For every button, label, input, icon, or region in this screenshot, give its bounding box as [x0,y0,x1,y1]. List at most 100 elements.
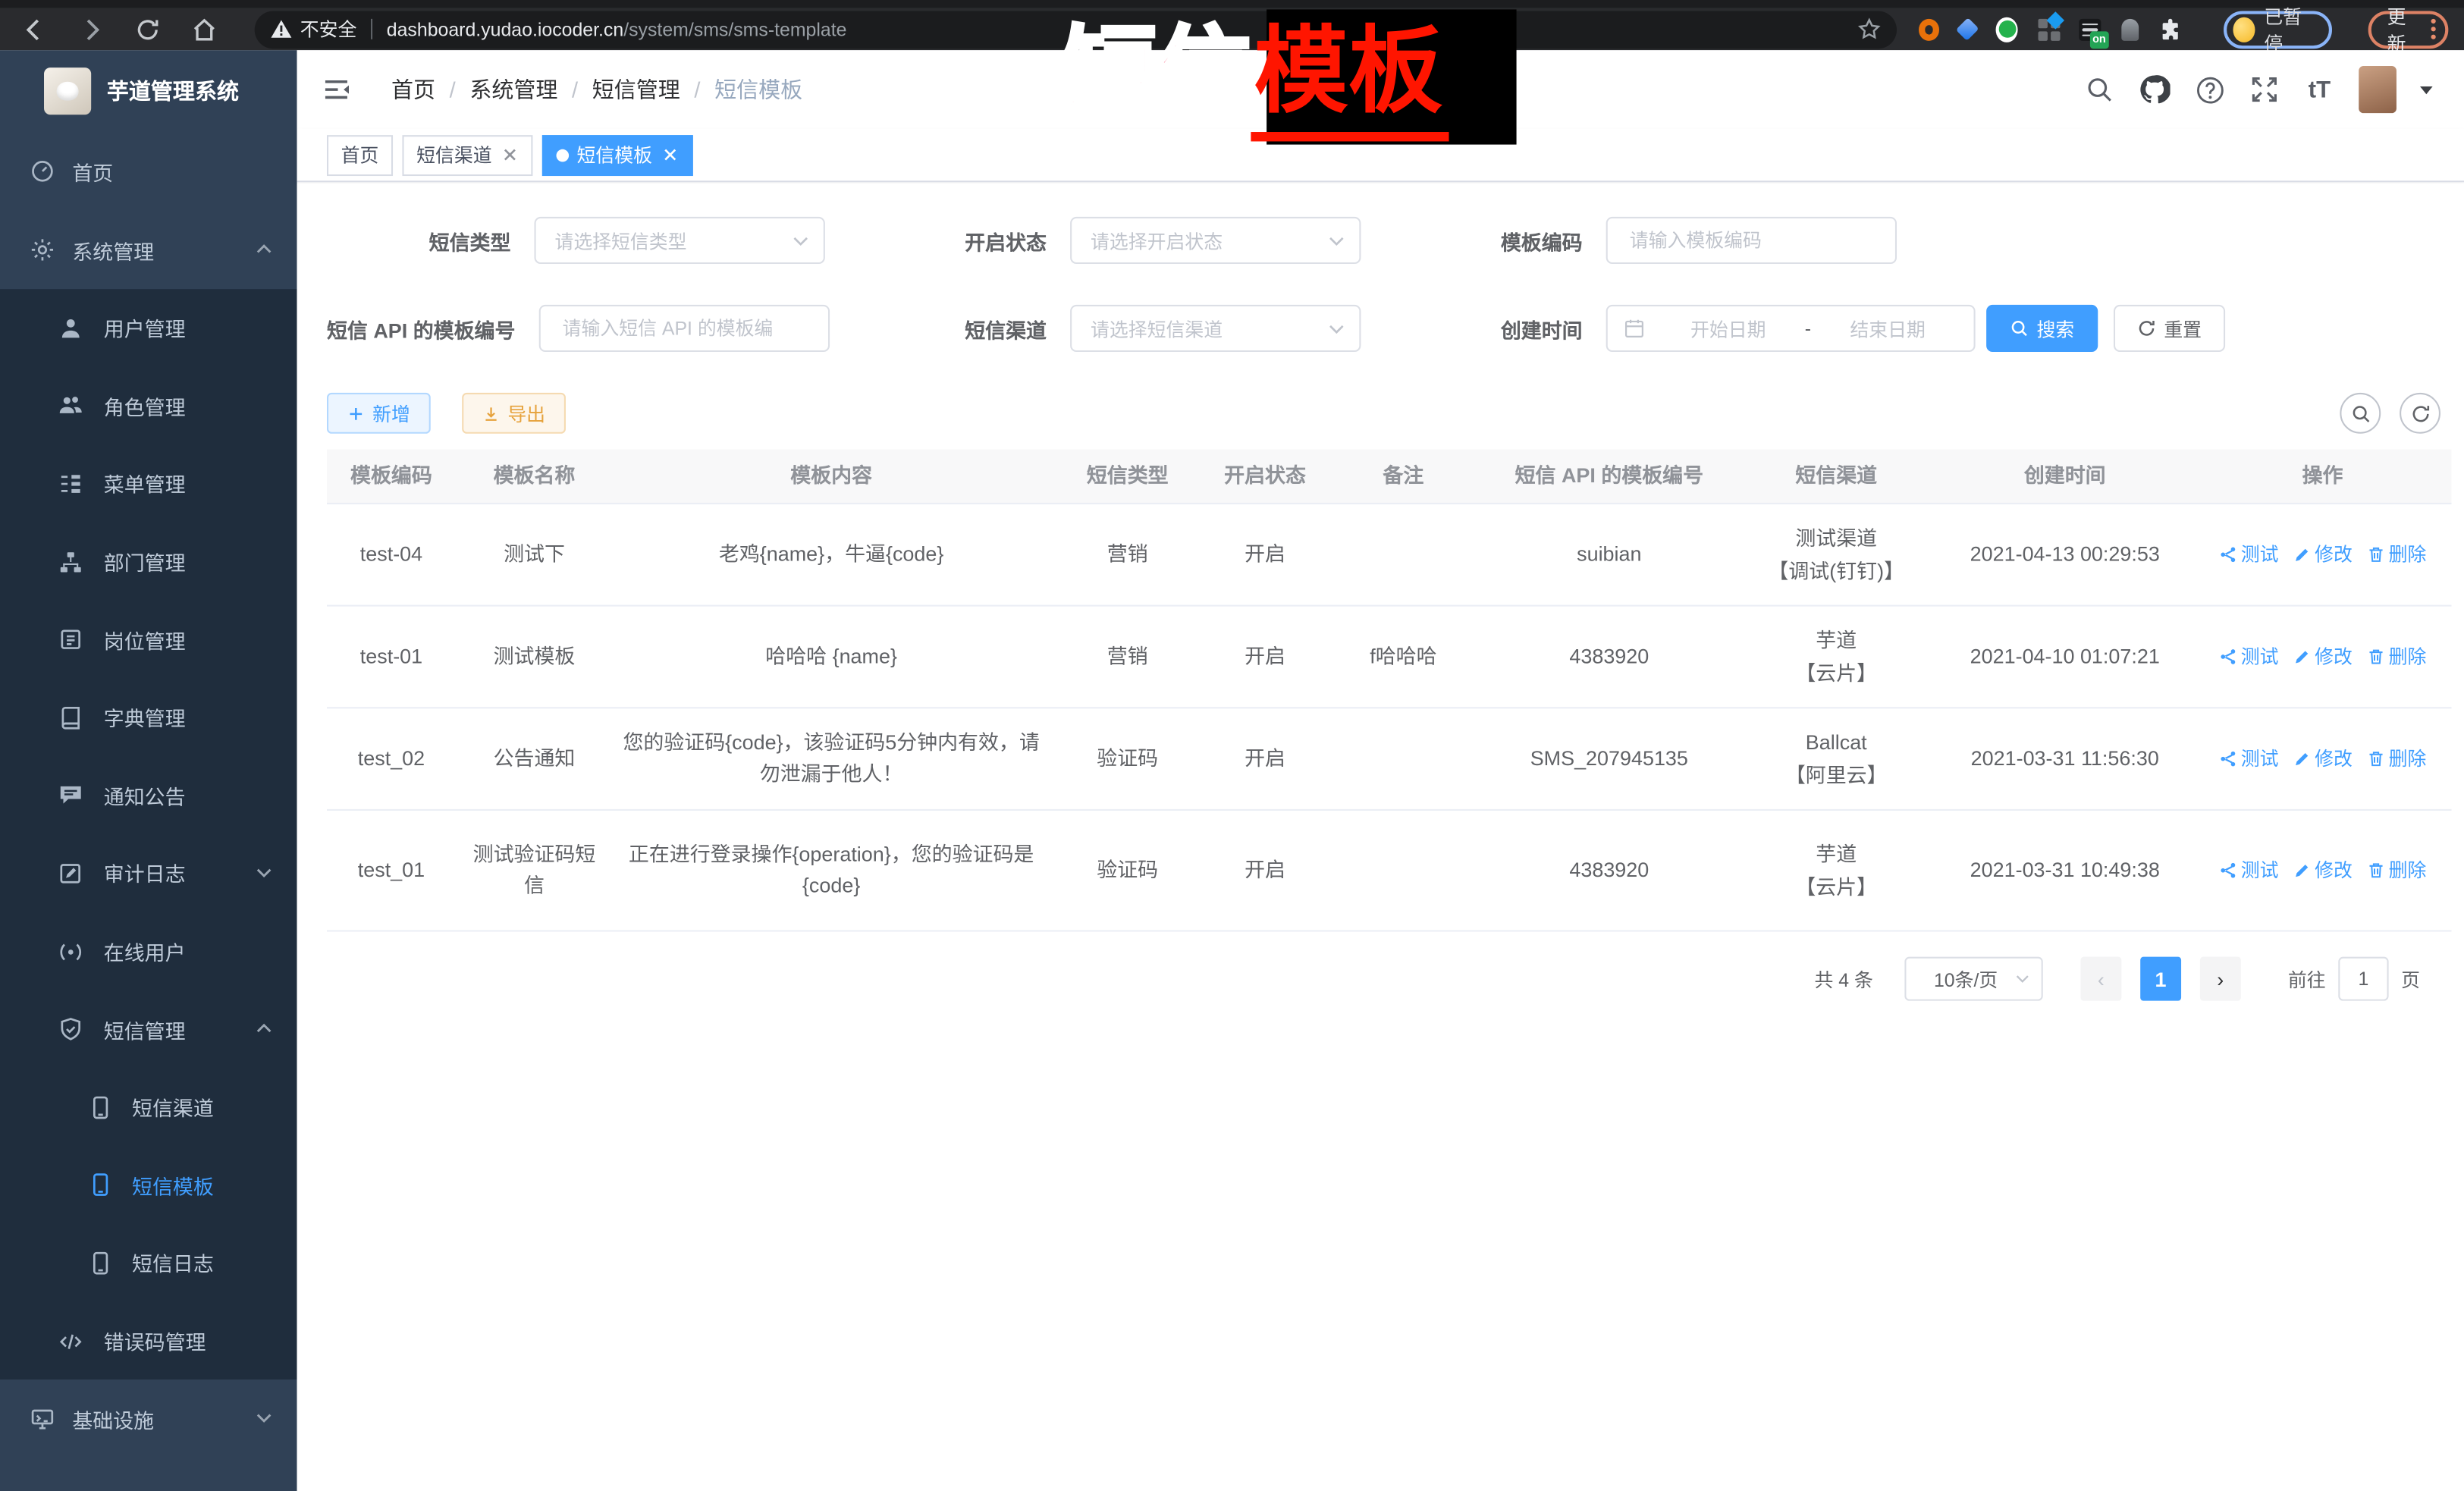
tab-home[interactable]: 首页 [327,134,393,175]
font-size-icon[interactable]: tT [2304,74,2335,105]
sidebar-item-system[interactable]: 系统管理 [0,211,297,290]
browser-back-icon[interactable] [16,10,54,48]
extension-blue-icon[interactable] [1956,17,1979,40]
browser-profile-chip[interactable]: 已暂停 [2224,10,2332,48]
window-title-strip [0,0,2464,8]
breadcrumb-system[interactable]: 系统管理 [469,74,557,105]
column-header: 备注 [1325,450,1482,503]
current-page-button[interactable]: 1 [2140,957,2181,1001]
extensions-puzzle-icon[interactable] [2158,17,2180,42]
avatar-caret-icon[interactable] [2420,86,2433,93]
search-button[interactable]: 搜索 [1986,305,2098,352]
sidebar-item-roles[interactable]: 角色管理 [0,367,297,445]
extension-orange-icon[interactable] [1919,18,1940,40]
test-link[interactable]: 测试 [2219,855,2279,886]
test-link[interactable]: 测试 [2219,743,2279,774]
search-icon[interactable] [2084,74,2115,105]
extension-green-icon[interactable] [1996,17,2018,42]
edit-link-label: 修改 [2315,539,2353,570]
sidebar-item-sms-channel[interactable]: 短信渠道 [0,1069,297,1147]
sidebar-item-dict[interactable]: 字典管理 [0,679,297,757]
cell-code: test-04 [327,523,456,586]
edit-link-label: 修改 [2315,743,2353,774]
api-template-id-input[interactable] [559,315,790,341]
sidebar-item-infrastructure[interactable]: 基础设施 [0,1380,297,1459]
delete-link-label: 删除 [2389,743,2427,774]
sidebar-fold-icon[interactable] [322,77,350,102]
help-icon[interactable] [2194,74,2225,105]
delete-link[interactable]: 删除 [2367,539,2427,570]
browser-update-chip[interactable]: 更新 [2368,10,2449,48]
user-avatar[interactable] [2359,66,2397,113]
edit-link[interactable]: 修改 [2293,743,2353,774]
delete-link[interactable]: 删除 [2367,641,2427,672]
sidebar-item-notice[interactable]: 通知公告 [0,757,297,835]
sidebar-item-sms-log[interactable]: 短信日志 [0,1224,297,1302]
sidebar-item-sms[interactable]: 短信管理 [0,990,297,1069]
sidebar-item-online-users[interactable]: 在线用户 [0,912,297,990]
bookmark-star-icon[interactable] [1857,17,1881,41]
sidebar-item-users[interactable]: 用户管理 [0,289,297,367]
export-button[interactable]: 导出 [462,393,566,434]
menu-list-icon [58,471,83,496]
add-button[interactable]: 新增 [327,393,431,434]
sidebar-item-sms-template[interactable]: 短信模板 [0,1146,297,1224]
audit-edit-icon [58,861,83,886]
browser-menu-icon[interactable] [2431,19,2435,39]
sidebar-item-label: 用户管理 [104,313,186,343]
system-submenu: 用户管理 角色管理 菜单管理 部门管理 岗位管理 字典管理 [0,289,297,1380]
tab-sms-template[interactable]: 短信模板 [542,134,693,175]
edit-link[interactable]: 修改 [2293,855,2353,886]
goto-page-input[interactable] [2338,957,2388,1001]
delete-link[interactable]: 删除 [2367,743,2427,774]
template-code-input[interactable] [1627,228,1858,253]
sidebar-item-error-codes[interactable]: 错误码管理 [0,1302,297,1380]
browser-forward-icon[interactable] [72,10,110,48]
url-bar[interactable]: 不安全 dashboard.yudao.iocoder.cn/system/sm… [255,10,1897,48]
cell-channel: 测试渠道 【调试(钉钉)】 [1737,506,1936,603]
browser-home-icon[interactable] [186,10,224,48]
test-link[interactable]: 测试 [2219,539,2279,570]
tab-close-icon[interactable] [660,146,679,165]
sidebar-item-menus[interactable]: 菜单管理 [0,445,297,523]
page-size-select[interactable]: 10条/页 [1904,957,2042,1001]
status-select[interactable]: 请选择开启状态 [1070,217,1361,264]
delete-link[interactable]: 删除 [2367,855,2427,886]
cell-content: 老鸡{name}，牛逼{code} [613,523,1050,586]
refresh-table-button[interactable] [2400,393,2440,434]
extension-grid-icon[interactable] [2039,18,2058,40]
sms-type-select[interactable]: 请选择短信类型 [535,217,825,264]
sidebar-item-audit-log[interactable]: 审计日志 [0,834,297,912]
breadcrumb-sms[interactable]: 短信管理 [592,74,680,105]
table-row: test_01 测试验证码短信 正在进行登录操作{operation}，您的验证… [327,811,2451,932]
prev-page-button[interactable]: ‹ [2080,957,2121,1001]
create-time-range-picker[interactable]: 开始日期 - 结束日期 [1606,305,1976,352]
pencil-icon [2293,861,2312,880]
browser-reload-icon[interactable] [129,10,167,48]
sidebar-item-departments[interactable]: 部门管理 [0,523,297,601]
tab-sms-channel[interactable]: 短信渠道 [402,134,532,175]
test-link[interactable]: 测试 [2219,641,2279,672]
pagination: 共 4 条 10条/页 ‹ 1 › 前往 页 [1814,957,2420,1001]
channel-select[interactable]: 请选择短信渠道 [1070,305,1361,352]
app-logo[interactable]: 芋道管理系统 [0,50,297,132]
sidebar-item-label: 角色管理 [104,391,186,421]
table-row: test_02 公告通知 您的验证码{code}，该验证码5分钟内有效，请勿泄漏… [327,708,2451,811]
breadcrumb-home[interactable]: 首页 [391,74,435,105]
extension-list-icon[interactable]: on [2078,18,2101,40]
show-search-toggle-button[interactable] [2340,393,2381,434]
reset-button[interactable]: 重置 [2114,305,2225,352]
next-page-button[interactable]: › [2200,957,2241,1001]
fullscreen-icon[interactable] [2249,74,2280,105]
sidebar-item-posts[interactable]: 岗位管理 [0,601,297,679]
edit-link[interactable]: 修改 [2293,641,2353,672]
github-icon[interactable] [2139,74,2170,105]
refresh-icon [2410,403,2431,423]
sidebar-item-home[interactable]: 首页 [0,132,297,211]
edit-link[interactable]: 修改 [2293,539,2353,570]
extension-misc-icon[interactable] [2122,18,2139,40]
filter-label: 短信 API 的模板编号 [327,313,539,343]
tab-close-icon[interactable] [500,146,519,165]
cell-channel: Ballcat 【阿里云】 [1737,710,1936,807]
ssl-warning[interactable]: 不安全 [270,16,356,42]
